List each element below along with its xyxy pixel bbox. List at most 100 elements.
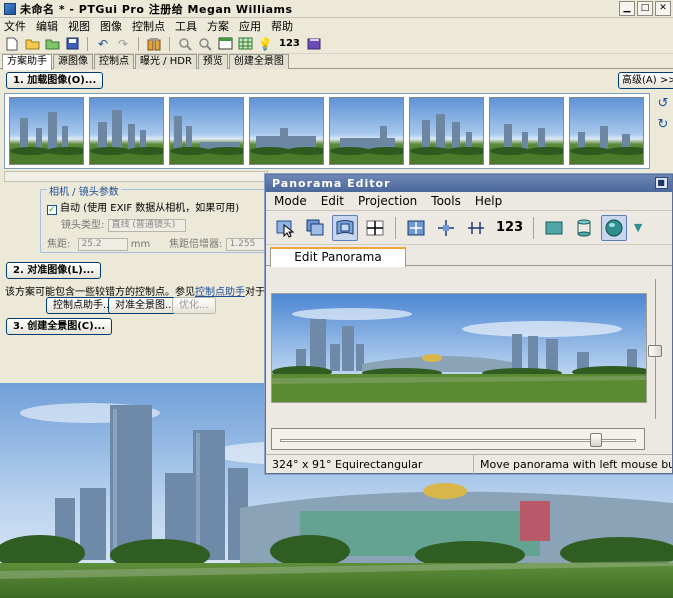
editor-menu-mode[interactable]: Mode <box>274 194 307 208</box>
menu-file[interactable]: 文件 <box>4 18 26 34</box>
tab-control-points[interactable]: 控制点 <box>94 54 134 69</box>
image-thumbnail[interactable] <box>169 97 244 165</box>
editor-status-bar: 324° x 91° Equirectangular Move panorama… <box>266 454 672 474</box>
menu-bar: 文件 编辑 视图 图像 控制点 工具 方案 应用 帮助 <box>0 18 673 34</box>
zoom-icon[interactable] <box>177 36 193 52</box>
editor-toolbar: 123 ▼ <box>266 211 672 245</box>
book-icon[interactable] <box>306 36 322 52</box>
create-panorama-button[interactable]: 3. 创建全景图(C)... <box>6 318 113 335</box>
more-projections-icon[interactable]: ▼ <box>631 215 645 241</box>
tab-source-images[interactable]: 源图像 <box>53 54 93 69</box>
main-tabs: 方案助手 源图像 控制点 曝光 / HDR 预览 创建全景图 <box>0 54 673 70</box>
center-icon[interactable] <box>433 215 459 241</box>
image-thumbnail[interactable] <box>329 97 404 165</box>
vertical-slider[interactable] <box>648 279 663 419</box>
redo-icon[interactable]: ↷ <box>115 36 131 52</box>
spherical-projection-icon[interactable] <box>601 214 628 241</box>
straighten-icon[interactable] <box>463 215 489 241</box>
panorama-editor-icon[interactable] <box>217 36 233 52</box>
multiplier-row: 焦距倍增器: 1.255 <box>169 235 274 251</box>
focal-multiplier-label: 焦距倍增器: <box>169 239 223 250</box>
tab-preview[interactable]: 预览 <box>197 54 228 69</box>
image-thumbnail[interactable] <box>249 97 324 165</box>
table-icon[interactable] <box>237 36 253 52</box>
open-folder-icon[interactable] <box>24 36 40 52</box>
fit-panorama-icon[interactable] <box>403 215 429 241</box>
tab-create-panorama[interactable]: 创建全景图 <box>228 54 289 69</box>
horizontal-slider-handle[interactable] <box>590 433 602 447</box>
tab-exposure-hdr[interactable]: 曝光 / HDR <box>135 54 197 69</box>
menu-apps[interactable]: 应用 <box>239 18 261 34</box>
menu-edit[interactable]: 编辑 <box>36 18 58 34</box>
new-file-icon[interactable] <box>4 36 20 52</box>
editor-title-bar: Panorama Editor ■ <box>266 175 672 192</box>
align-to-panorama-button[interactable]: 对准全景图... <box>108 297 182 314</box>
hint-text: Move panorama with left mouse bu <box>480 458 672 471</box>
focal-row: 焦距: 25.2 mm <box>47 235 150 251</box>
menu-tools[interactable]: 工具 <box>175 18 197 34</box>
move-panorama-tool-icon[interactable] <box>332 214 358 241</box>
tab-edit-panorama[interactable]: Edit Panorama <box>270 247 406 267</box>
window-controls: ▁ □ ✕ <box>619 1 671 16</box>
auto-exif-checkbox[interactable]: ✓ <box>47 205 57 215</box>
menu-control-points[interactable]: 控制点 <box>132 18 165 34</box>
editor-menu-tools[interactable]: Tools <box>431 194 461 208</box>
auto-exif-row: ✓ 自动 (使用 EXIF 数据从相机，如果可用) <box>47 199 239 215</box>
image-thumbnail[interactable] <box>569 97 644 165</box>
maximize-icon[interactable]: □ <box>637 1 653 16</box>
zoom-out-icon[interactable] <box>197 36 213 52</box>
pointer-tool-icon[interactable] <box>272 215 298 241</box>
save-icon[interactable] <box>64 36 80 52</box>
lightbulb-icon[interactable]: 💡 <box>257 36 273 52</box>
auto-exif-label: 自动 (使用 EXIF 数据从相机，如果可用) <box>60 203 240 214</box>
lens-type-row: 镜头类型: 直线 (普通镜头) <box>61 216 186 232</box>
vertical-slider-handle[interactable] <box>648 345 662 357</box>
panorama-editor-window: Panorama Editor ■ Mode Edit Projection T… <box>265 174 673 474</box>
rotate-left-icon[interactable]: ↺ <box>658 96 669 111</box>
add-images-icon[interactable] <box>44 36 60 52</box>
image-stack-tool-icon[interactable] <box>302 215 328 241</box>
image-thumbnail[interactable] <box>9 97 84 165</box>
main-toolbar: ↶ ↷ 💡 123 <box>0 34 673 54</box>
editor-close-icon[interactable]: ■ <box>655 177 668 189</box>
image-thumbnail[interactable] <box>489 97 564 165</box>
lens-type-select[interactable]: 直线 (普通镜头) <box>107 218 186 232</box>
load-row: 1. 加载图像(O)... 高级(A) >> <box>0 69 673 91</box>
ptgui-window: 未命名 * - PTGui Pro 注册给 Megan Williams ▁ □… <box>0 0 673 598</box>
editor-menu-help[interactable]: Help <box>475 194 502 208</box>
editor-menu-edit[interactable]: Edit <box>321 194 344 208</box>
menu-project[interactable]: 方案 <box>207 18 229 34</box>
advanced-button[interactable]: 高级(A) >> <box>618 72 673 89</box>
rotate-controls: ↺ ↻ <box>655 96 671 132</box>
load-images-button[interactable]: 1. 加载图像(O)... <box>6 72 104 89</box>
thumbnail-scrollbar[interactable] <box>4 171 268 182</box>
camera-lens-group: 相机 / 镜头参数 ✓ 自动 (使用 EXIF 数据从相机，如果可用) 镜头类型:… <box>40 183 274 253</box>
horizon-tool-icon[interactable] <box>362 215 388 241</box>
focal-length-field[interactable]: 25.2 <box>77 237 128 251</box>
numeric-transform-icon[interactable]: 123 <box>277 36 302 52</box>
image-thumbnail[interactable] <box>89 97 164 165</box>
undo-icon[interactable]: ↶ <box>95 36 111 52</box>
editor-tabs: Edit Panorama <box>266 245 672 267</box>
close-icon[interactable]: ✕ <box>655 1 671 16</box>
thumbnail-strip <box>4 93 650 169</box>
title-bar: 未命名 * - PTGui Pro 注册给 Megan Williams ▁ □… <box>0 0 673 18</box>
numeric-transform-button[interactable]: 123 <box>493 215 526 241</box>
menu-images[interactable]: 图像 <box>100 18 122 34</box>
rectilinear-projection-icon[interactable] <box>541 215 567 241</box>
menu-view[interactable]: 视图 <box>68 18 90 34</box>
editor-panorama-view[interactable] <box>271 293 647 403</box>
menu-help[interactable]: 帮助 <box>271 18 293 34</box>
tab-project-assistant[interactable]: 方案助手 <box>2 54 52 70</box>
editor-menu-bar: Mode Edit Projection Tools Help <box>266 192 672 211</box>
align-images-button[interactable]: 2. 对准图像(L)... <box>6 262 102 279</box>
focal-length-label: 焦距: <box>47 239 71 250</box>
minimize-icon[interactable]: ▁ <box>619 1 635 16</box>
cylindrical-projection-icon[interactable] <box>571 215 597 241</box>
horizontal-slider[interactable] <box>271 428 645 450</box>
editor-menu-projection[interactable]: Projection <box>358 194 417 208</box>
optimize-button[interactable]: 优化... <box>172 297 216 314</box>
align-tool-icon[interactable] <box>146 36 162 52</box>
rotate-right-icon[interactable]: ↻ <box>658 117 669 132</box>
image-thumbnail[interactable] <box>409 97 484 165</box>
